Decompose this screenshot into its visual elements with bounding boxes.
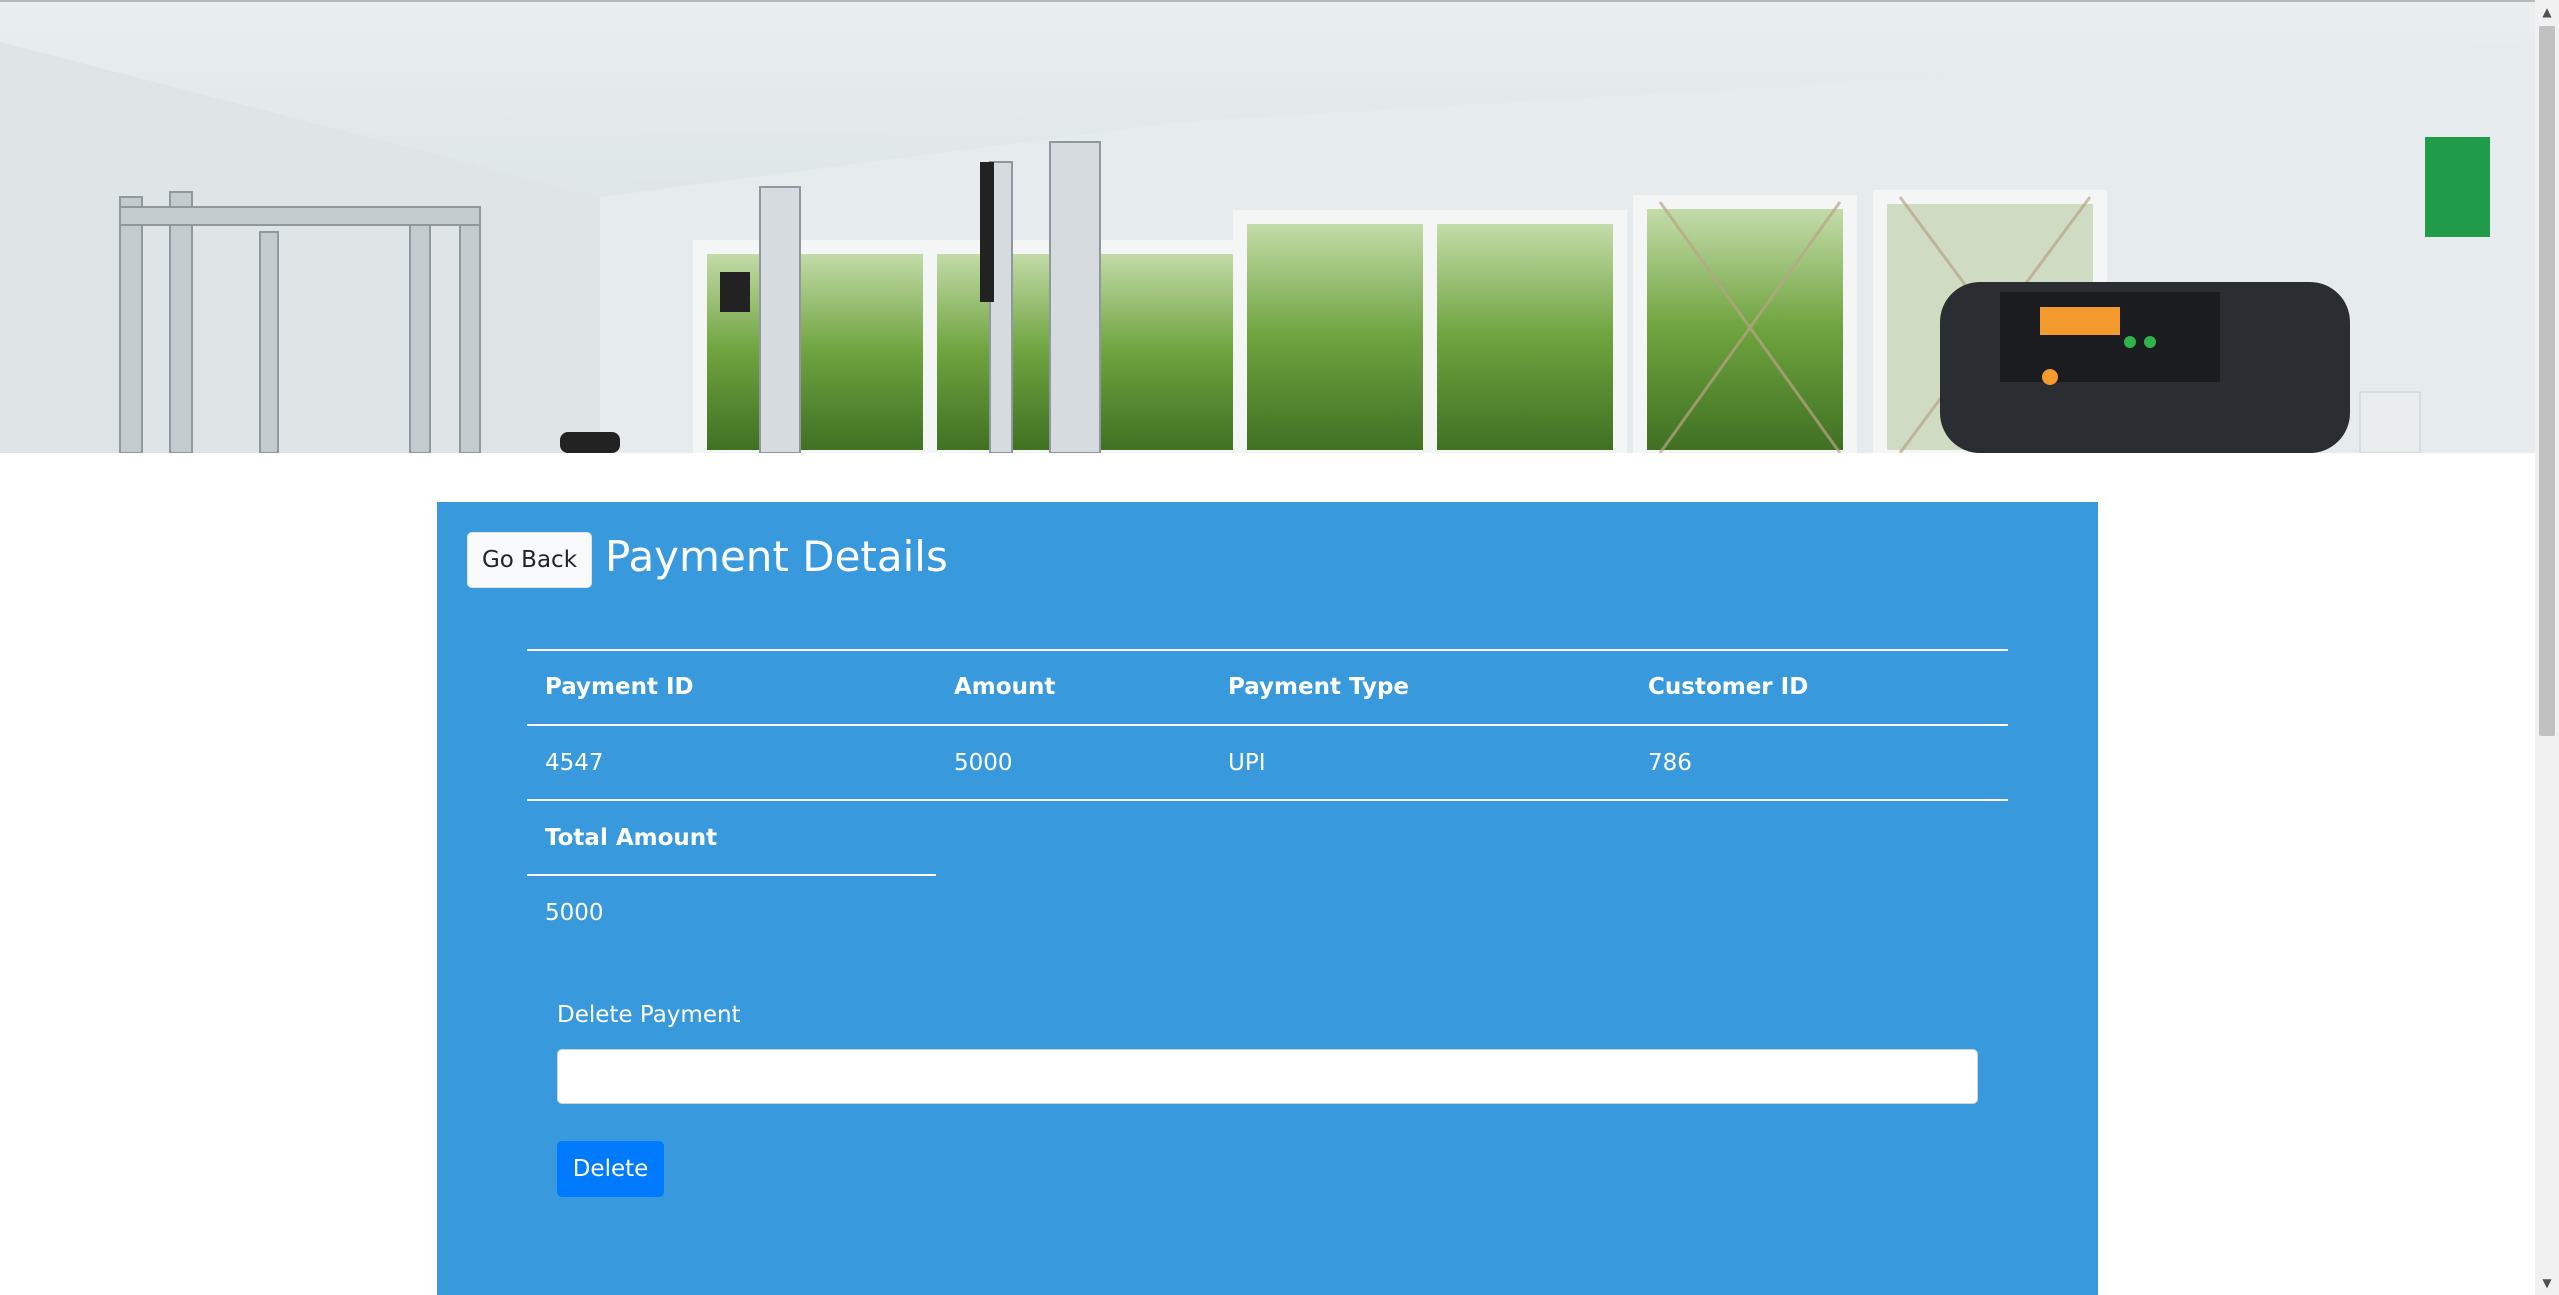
scroll-up-arrow-icon[interactable]: ▲ — [2535, 0, 2559, 24]
total-header-row: Total Amount — [527, 801, 2008, 875]
gym-photo — [0, 2, 2535, 453]
cell-payment-id: 4547 — [545, 750, 604, 776]
delete-button[interactable]: Delete — [557, 1141, 664, 1197]
total-amount-label: Total Amount — [545, 825, 718, 851]
table-header-row: Payment ID Amount Payment Type Customer … — [527, 650, 2008, 724]
page-title: Payment Details — [605, 532, 948, 581]
go-back-button[interactable]: Go Back — [467, 532, 592, 588]
total-value-row: 5000 — [527, 876, 2008, 950]
column-header-customer-id: Customer ID — [1648, 674, 1809, 700]
delete-payment-input[interactable] — [557, 1049, 1978, 1104]
column-header-payment-id: Payment ID — [545, 674, 694, 700]
payment-details-card: Go Back Payment Details Payment ID Amoun… — [437, 502, 2098, 1295]
scroll-down-arrow-icon[interactable]: ▼ — [2535, 1271, 2559, 1295]
column-header-payment-type: Payment Type — [1228, 674, 1410, 700]
delete-payment-label: Delete Payment — [557, 1002, 741, 1028]
cell-customer-id: 786 — [1648, 750, 1692, 776]
vertical-scrollbar[interactable]: ▲ ▼ — [2535, 0, 2559, 1295]
cell-payment-type: UPI — [1228, 750, 1266, 776]
cell-amount: 5000 — [954, 750, 1013, 776]
scrollbar-thumb[interactable] — [2539, 26, 2555, 736]
column-header-amount: Amount — [954, 674, 1056, 700]
hero-gym-image — [0, 0, 2535, 453]
table-row: 4547 5000 UPI 786 — [527, 726, 2008, 800]
page: ▲ ▼ Go Back Payment Details Payment ID A… — [0, 0, 2559, 1295]
total-amount-value: 5000 — [545, 900, 604, 926]
